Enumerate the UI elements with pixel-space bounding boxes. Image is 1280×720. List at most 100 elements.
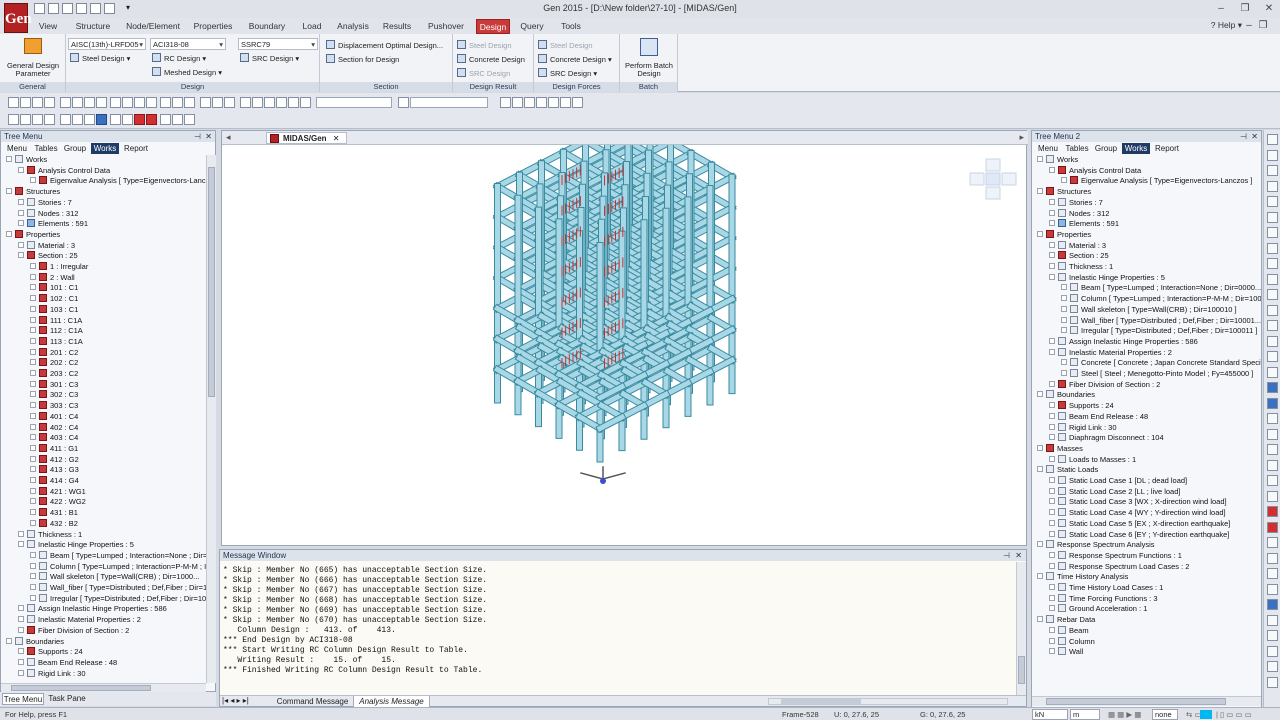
left_tree-node-102-c1[interactable]: 102 : C1 <box>30 294 78 305</box>
right_tree-expand-icon[interactable] <box>1061 359 1067 366</box>
left_tree-node-203-c2[interactable]: 203 : C2 <box>30 369 78 380</box>
right_tree-node-properties[interactable]: Properties <box>1037 229 1091 241</box>
right_tree-expand-icon[interactable] <box>1049 412 1055 419</box>
left_tree-expand-icon[interactable] <box>30 573 36 580</box>
left_tree-expand-icon[interactable] <box>18 658 24 665</box>
left_tree-node-wall-fiber-type-distributed-def-fiber-di[interactable]: Wall_fiber [ Type=Distributed ; Def,Fibe… <box>30 583 207 594</box>
app-logo[interactable]: Gen <box>4 3 32 33</box>
forces-src-design-button[interactable]: SRC Design ▾ <box>538 68 597 78</box>
left_tree-node-material-3[interactable]: Material : 3 <box>18 240 75 252</box>
right-toolbar-button-3-icon[interactable] <box>1267 165 1278 176</box>
left_tree-node-thickness-1[interactable]: Thickness : 1 <box>18 529 82 541</box>
tree-menu-hscroll[interactable] <box>1 683 206 692</box>
left_tree-expand-icon[interactable] <box>30 402 36 409</box>
src-design-button[interactable]: SRC Design ▾ <box>240 53 299 63</box>
left_tree-node-inelastic-hinge-properties-5[interactable]: Inelastic Hinge Properties : 5 <box>18 540 134 551</box>
right_tree-node-column[interactable]: Column <box>1049 636 1095 648</box>
left_tree-expand-icon[interactable] <box>18 605 24 612</box>
right-toolbar-button-15-icon[interactable] <box>1267 351 1278 362</box>
left_tree-node-fiber-division-of-section-2[interactable]: Fiber Division of Section : 2 <box>18 625 129 637</box>
left_tree-tab-report[interactable]: Report <box>121 143 151 154</box>
left_tree-node-boundaries[interactable]: Boundaries <box>6 636 64 648</box>
model-view[interactable]: ◂ MIDAS/Gen ✕ ▸ <box>221 130 1028 546</box>
left_tree-expand-icon[interactable] <box>30 177 36 184</box>
right-toolbar-button-13-icon[interactable] <box>1267 320 1278 331</box>
right-toolbar-button-6-icon[interactable] <box>1267 211 1278 223</box>
right_tree-expand-icon[interactable] <box>1049 487 1055 494</box>
toolbar-1-button-17-icon[interactable] <box>212 97 223 108</box>
forces-steel-design-button[interactable]: Steel Design <box>538 40 593 50</box>
menu-tab-structure[interactable]: Structure <box>70 19 116 34</box>
toolbar-2-button-1-icon[interactable] <box>8 114 19 125</box>
right_tree-node-structures[interactable]: Structures <box>1037 187 1091 198</box>
right-toolbar-button-12-icon[interactable] <box>1267 304 1278 316</box>
toolbar-1-button-14-icon[interactable] <box>172 97 183 108</box>
tree-menu-2-pin-icon[interactable]: ⊣ <box>1240 131 1247 142</box>
right_tree-node-supports-24[interactable]: Supports : 24 <box>1049 401 1114 412</box>
right_tree-expand-icon[interactable] <box>1049 551 1055 558</box>
right_tree-expand-icon[interactable] <box>1061 316 1067 323</box>
left_tree-node-beam-end-release-48[interactable]: Beam End Release : 48 <box>18 657 117 669</box>
left_tree-expand-icon[interactable] <box>18 220 24 227</box>
left_tree-expand-icon[interactable] <box>6 230 12 237</box>
result-steel-design-button[interactable]: Steel Design <box>457 40 512 50</box>
toolbar-1-button-4-icon[interactable] <box>44 97 55 108</box>
right-toolbar-button-26-icon[interactable] <box>1267 521 1278 533</box>
tab-tree-menu[interactable]: Tree Menu <box>2 693 44 705</box>
toolbar-1-button-3-icon[interactable] <box>32 97 43 108</box>
left_tree-tab-menu[interactable]: Menu <box>3 143 31 154</box>
none-select[interactable]: none <box>1152 709 1178 720</box>
left_tree-expand-icon[interactable] <box>18 241 24 248</box>
right_tree-expand-icon[interactable] <box>1049 509 1055 516</box>
left_tree-node-structures[interactable]: Structures <box>6 187 60 198</box>
left_tree-expand-icon[interactable] <box>30 273 36 280</box>
message-hscroll-thumb[interactable] <box>781 699 861 704</box>
right_tree-node-nodes-312[interactable]: Nodes : 312 <box>1049 208 1109 220</box>
left_tree-expand-icon[interactable] <box>30 284 36 291</box>
right_tree-expand-icon[interactable] <box>1049 584 1055 590</box>
left_tree-expand-icon[interactable] <box>30 562 36 569</box>
right_tree-expand-icon[interactable] <box>1049 648 1055 655</box>
right-toolbar-button-9-icon[interactable] <box>1267 258 1278 269</box>
left_tree-expand-icon[interactable] <box>18 252 24 259</box>
right_tree-expand-icon[interactable] <box>1049 530 1055 537</box>
tree-menu-hscroll-thumb[interactable] <box>11 685 151 691</box>
toolbar-2-button-8-icon[interactable] <box>96 114 107 125</box>
tab-scroll-right-icon[interactable]: ▸ <box>1019 132 1024 143</box>
right_tree-node-eigenvalue-analysis-type-eigenvectors-la[interactable]: Eigenvalue Analysis [ Type=Eigenvectors-… <box>1061 176 1252 187</box>
right_tree-node-section-25[interactable]: Section : 25 <box>1049 251 1109 262</box>
left_tree-node-413-g3[interactable]: 413 : G3 <box>30 465 79 476</box>
status-icons[interactable]: ▦ ▦ ▶ ▦ <box>1108 709 1141 720</box>
left_tree-expand-icon[interactable] <box>30 295 36 302</box>
left_tree-node-inelastic-material-properties-2[interactable]: Inelastic Material Properties : 2 <box>18 615 141 626</box>
length-unit-select[interactable]: m <box>1070 709 1100 720</box>
toolbar-1-button-21-icon[interactable] <box>264 97 275 108</box>
left_tree-node-111-c1a[interactable]: 111 : C1A <box>30 315 82 327</box>
right_tree-expand-icon[interactable] <box>1049 594 1055 601</box>
left_tree-expand-icon[interactable] <box>6 637 12 644</box>
view-cube-icon[interactable] <box>968 157 1018 203</box>
right_tree-node-response-spectrum-analysis[interactable]: Response Spectrum Analysis <box>1037 540 1155 551</box>
right_tree-node-static-load-case-5-ex-x-direction-earthq[interactable]: Static Load Case 5 [EX ; X-direction ear… <box>1049 518 1230 530</box>
toolbar-select-1[interactable] <box>316 97 392 108</box>
steel-design-button[interactable]: Steel Design ▾ <box>70 53 130 63</box>
message-window-close-icon[interactable]: ✕ <box>1015 550 1022 561</box>
toolbar-1-button-18-icon[interactable] <box>224 97 235 108</box>
left_tree-node-113-c1a[interactable]: 113 : C1A <box>30 336 83 348</box>
toolbar-1-button-22-icon[interactable] <box>276 97 287 108</box>
toolbar-2-button-11-icon[interactable] <box>134 114 145 125</box>
right_tree-expand-icon[interactable] <box>1049 220 1055 227</box>
left_tree-expand-icon[interactable] <box>6 188 12 195</box>
right-toolbar-button-31-icon[interactable] <box>1267 599 1278 610</box>
tree-menu-vscroll[interactable] <box>206 155 216 683</box>
left_tree-expand-icon[interactable] <box>30 391 36 398</box>
right_tree-node-loads-to-masses-1[interactable]: Loads to Masses : 1 <box>1049 454 1136 466</box>
right_tree-node-ground-acceleration-1[interactable]: Ground Acceleration : 1 <box>1049 604 1147 615</box>
right_tree-expand-icon[interactable] <box>1037 541 1043 548</box>
toolbar-1-button-12-icon[interactable] <box>146 97 157 108</box>
menu-tab-properties[interactable]: Properties <box>190 19 236 34</box>
right_tree-node-column-type-lumped-interaction-p-m-m-dir[interactable]: Column [ Type=Lumped ; Interaction=P-M-M… <box>1061 294 1261 305</box>
tree-menu-2-hscroll-thumb[interactable] <box>1046 698 1226 705</box>
left_tree-expand-icon[interactable] <box>18 166 24 173</box>
view-tab[interactable]: MIDAS/Gen ✕ <box>266 132 347 144</box>
